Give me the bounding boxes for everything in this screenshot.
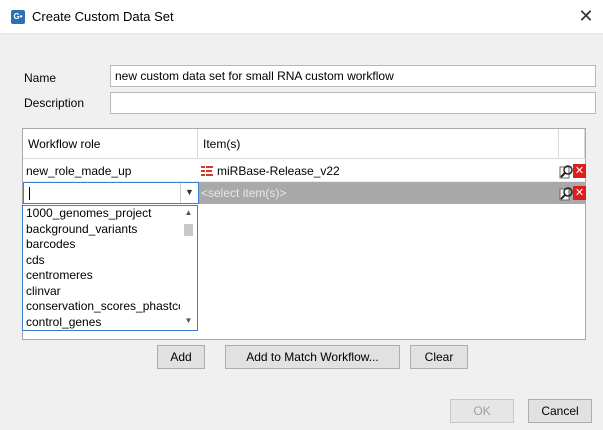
add-button[interactable]: Add <box>157 345 205 369</box>
description-field[interactable] <box>110 92 596 114</box>
scroll-down-icon[interactable]: ▼ <box>180 316 197 328</box>
chevron-down-icon[interactable]: ▼ <box>180 183 198 203</box>
select-items-placeholder[interactable]: <select item(s)> <box>201 182 286 204</box>
app-icon: G• <box>11 10 25 24</box>
add-to-match-workflow-button[interactable]: Add to Match Workflow... <box>225 345 400 369</box>
delete-row-icon[interactable]: ✕ <box>573 164 586 178</box>
dropdown-option[interactable]: 1000_genomes_project <box>23 206 180 222</box>
close-icon[interactable]: ✕ <box>569 0 603 34</box>
description-label: Description <box>24 96 85 110</box>
cancel-button[interactable]: Cancel <box>528 399 592 423</box>
row-item-cell[interactable]: miRBase-Release_v22 <box>201 160 340 182</box>
title-bar: G• Create Custom Data Set ✕ <box>0 0 603 34</box>
dropdown-option[interactable]: centromeres <box>23 268 180 284</box>
table-row[interactable]: new_role_made_up miRBase-Release_v22 ✕ <box>23 160 586 182</box>
dropdown-option[interactable]: cds <box>23 253 180 269</box>
table-header: Workflow role Item(s) <box>23 129 585 159</box>
column-header-workflow-role[interactable]: Workflow role <box>23 129 198 159</box>
dialog-title: Create Custom Data Set <box>32 9 174 24</box>
workflow-role-combobox[interactable]: ▼ <box>23 182 199 204</box>
text-caret <box>29 187 30 200</box>
dropdown-option[interactable]: conservation_scores_phastcons <box>23 299 180 315</box>
dropdown-option[interactable]: background_variants <box>23 222 180 238</box>
workflow-role-dropdown-list[interactable]: 1000_genomes_project background_variants… <box>22 205 198 331</box>
scrollbar-thumb[interactable] <box>184 224 193 236</box>
row-role-cell[interactable]: new_role_made_up <box>26 160 131 182</box>
dropdown-options: 1000_genomes_project background_variants… <box>23 206 180 330</box>
dropdown-option[interactable]: clinvar <box>23 284 180 300</box>
name-label: Name <box>24 71 57 85</box>
dropdown-option[interactable]: control_genes <box>23 315 180 331</box>
ok-button[interactable]: OK <box>450 399 514 423</box>
name-field[interactable]: new custom data set for small RNA custom… <box>110 65 596 87</box>
create-custom-data-set-dialog: G• Create Custom Data Set ✕ Name new cus… <box>0 0 603 430</box>
delete-row-icon[interactable]: ✕ <box>573 186 586 200</box>
column-header-actions <box>559 129 585 159</box>
dropdown-scrollbar[interactable]: ▲ ▼ <box>180 206 197 330</box>
clear-button[interactable]: Clear <box>410 345 468 369</box>
row-item-label: miRBase-Release_v22 <box>217 164 340 178</box>
column-header-items[interactable]: Item(s) <box>198 129 559 159</box>
dropdown-option[interactable]: barcodes <box>23 237 180 253</box>
scroll-up-icon[interactable]: ▲ <box>180 208 197 220</box>
reference-sequence-icon <box>201 166 213 176</box>
